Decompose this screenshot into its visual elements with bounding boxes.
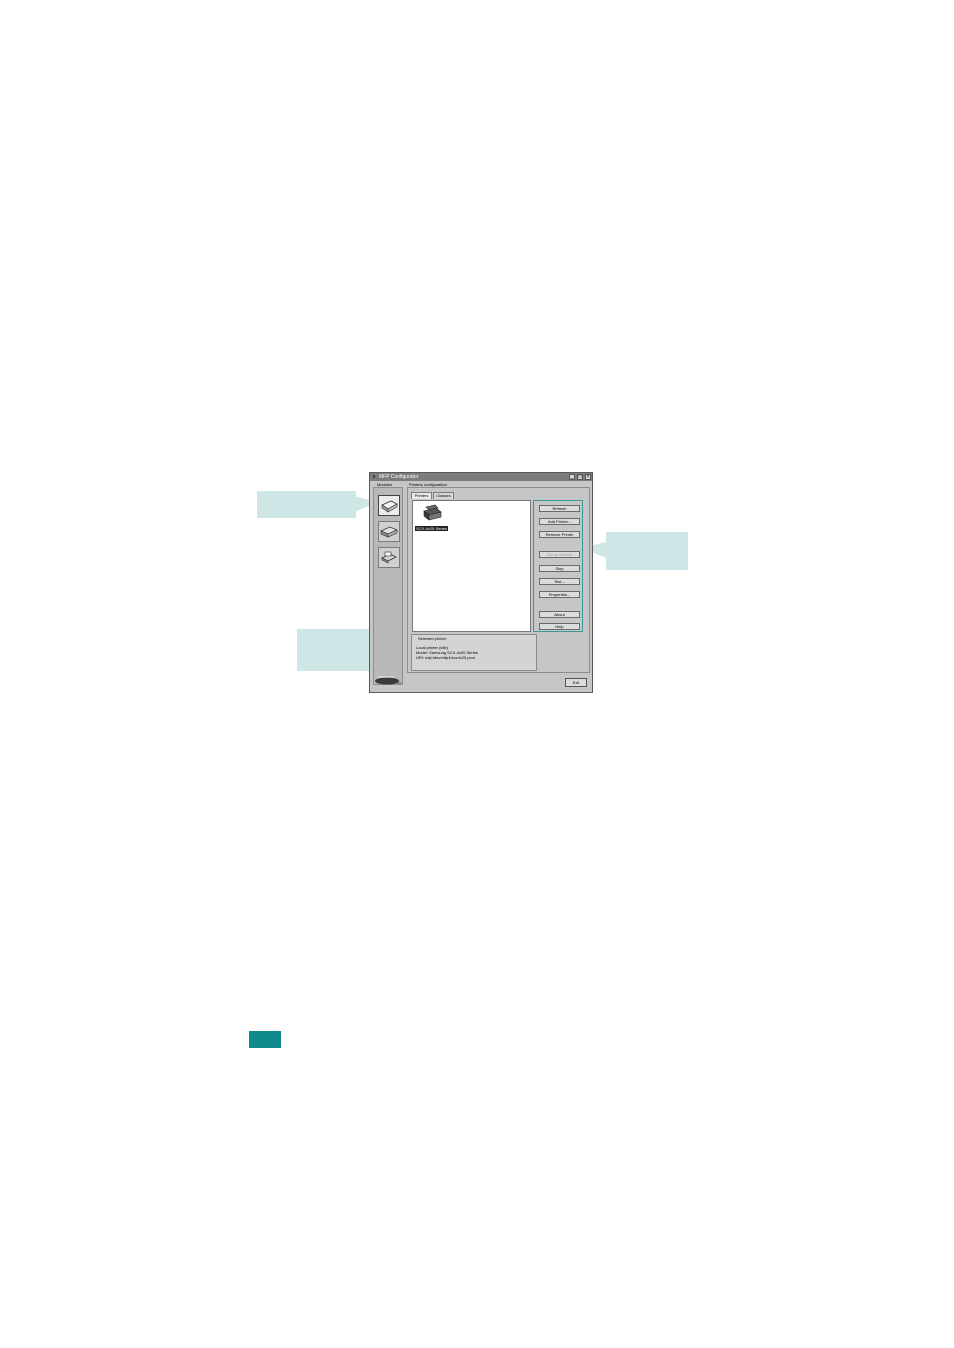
- printer-name-label[interactable]: SCX-4x20-Series: [415, 526, 448, 531]
- exit-button[interactable]: Exit: [565, 678, 587, 687]
- modules-panel: [373, 487, 403, 685]
- callout-buttons: [606, 532, 688, 570]
- add-printer-button[interactable]: Add Printer...: [539, 518, 580, 525]
- module-printer-button[interactable]: [378, 495, 400, 516]
- window-menu-icon[interactable]: ∨: [371, 473, 377, 481]
- samsung-logo-subtext: PRINTER: [388, 681, 402, 685]
- help-button[interactable]: Help: [539, 623, 580, 630]
- module-ports-button[interactable]: [378, 547, 400, 568]
- selected-printer-label: Selected printer:: [418, 636, 448, 641]
- close-button[interactable]: ×: [585, 474, 591, 480]
- printer-icon: [423, 504, 442, 521]
- printers-configuration-panel: Printers Classes SCX-4x20-Series Refresh…: [407, 487, 590, 673]
- samsung-logo-text: SAMSUNG: [378, 675, 395, 679]
- minimize-button[interactable]: _: [569, 474, 575, 480]
- set-as-default-button[interactable]: Set as Default: [539, 551, 580, 558]
- callout-modules: [257, 491, 356, 518]
- printer-list[interactable]: SCX-4x20-Series: [412, 500, 531, 632]
- selected-printer-uri: URI: mfp:/dev/mfp4/scx4x20.pcm: [416, 655, 475, 660]
- mfp-configurator-window: ∨ MFP Configurator _ □ × Modules Printer…: [369, 472, 593, 693]
- maximize-button[interactable]: □: [577, 474, 583, 480]
- window-title: MFP Configurator: [379, 474, 419, 480]
- properties-button[interactable]: Properties...: [539, 591, 580, 598]
- ports-icon: [381, 551, 397, 564]
- tab-classes[interactable]: Classes: [433, 492, 454, 499]
- refresh-button[interactable]: Refresh: [539, 505, 580, 512]
- printer-actions-panel: Refresh Add Printer... Remove Printer Se…: [533, 500, 583, 632]
- about-button[interactable]: About: [539, 611, 580, 618]
- window-titlebar[interactable]: ∨ MFP Configurator _ □ ×: [370, 473, 592, 481]
- module-scanner-button[interactable]: [378, 521, 400, 542]
- test-button[interactable]: Test...: [539, 578, 580, 585]
- stop-button[interactable]: Stop: [539, 565, 580, 572]
- samsung-logo: SAMSUNG PRINTER: [374, 674, 402, 685]
- printer-icon: [381, 500, 398, 513]
- scanner-icon: [380, 526, 398, 538]
- selected-printer-panel: Selected printer: Local printer (idle) M…: [411, 634, 537, 671]
- printer-list-item[interactable]: [421, 503, 443, 528]
- tab-printers[interactable]: Printers: [411, 492, 432, 499]
- teal-marker: [249, 1031, 281, 1048]
- remove-printer-button[interactable]: Remove Printer: [539, 531, 580, 538]
